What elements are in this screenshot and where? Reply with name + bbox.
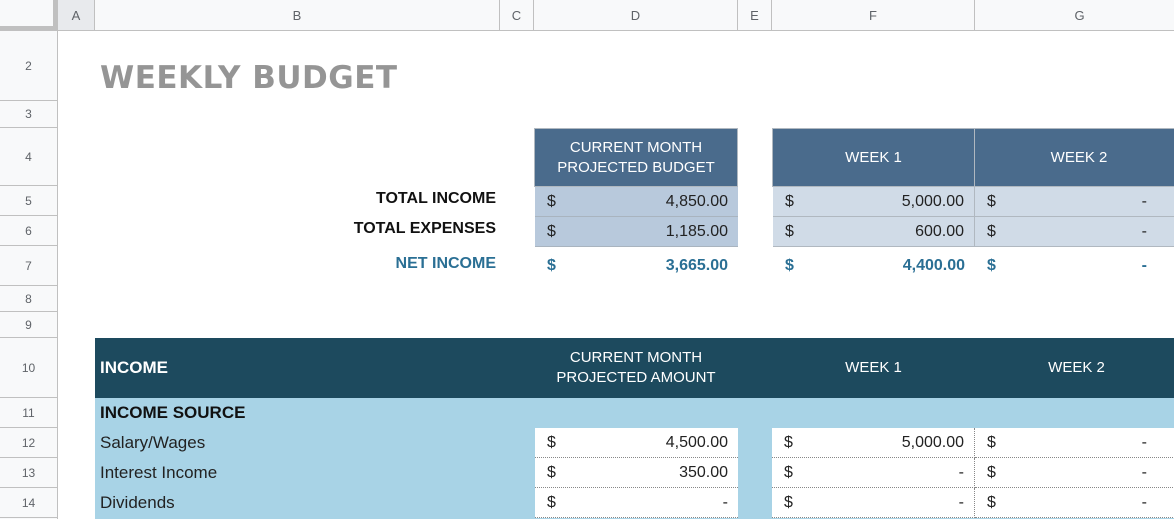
income-item-week2-value: - <box>1141 493 1147 511</box>
total-expenses-week2-cell[interactable]: $ - <box>975 217 1174 247</box>
summary-header-week2[interactable]: WEEK 2 <box>974 128 1174 187</box>
row-header-11[interactable]: 11 <box>0 398 57 428</box>
column-header-g[interactable]: G <box>975 0 1174 30</box>
currency-symbol: $ <box>987 192 996 210</box>
net-income-week1-value: 4,400.00 <box>902 257 965 274</box>
row-header-7[interactable]: 7 <box>0 246 57 286</box>
currency-symbol: $ <box>784 433 793 451</box>
currency-symbol: $ <box>785 192 794 210</box>
page-title[interactable]: WEEKLY BUDGET <box>100 60 398 96</box>
column-headers: A B C D E F G <box>58 0 1174 31</box>
income-header-current-month[interactable]: CURRENT MONTH PROJECTED AMOUNT <box>534 338 738 398</box>
income-item-week2-cell[interactable]: $ - <box>975 488 1174 518</box>
currency-symbol: $ <box>784 493 793 511</box>
currency-symbol: $ <box>987 463 996 481</box>
net-income-week2-value: - <box>1141 257 1147 274</box>
row-header-2[interactable]: 2 <box>0 31 57 101</box>
row-header-14[interactable]: 14 <box>0 488 57 518</box>
income-item-week1-value: - <box>958 493 964 511</box>
column-header-e[interactable]: E <box>738 0 772 30</box>
currency-symbol: $ <box>987 222 996 240</box>
total-expenses-week1-cell[interactable]: $ 600.00 <box>773 217 975 247</box>
net-income-label: NET INCOME <box>395 255 496 272</box>
income-header-week2[interactable]: WEEK 2 <box>975 338 1174 398</box>
total-income-week1-cell[interactable]: $ 5,000.00 <box>773 187 975 217</box>
income-item-label[interactable]: Salary/Wages <box>100 428 205 458</box>
currency-symbol: $ <box>987 257 996 274</box>
income-item-week1-value: - <box>958 463 964 481</box>
net-income-current-month-value: 3,665.00 <box>665 257 728 274</box>
column-header-f[interactable]: F <box>772 0 975 30</box>
row-header-8[interactable]: 8 <box>0 286 57 312</box>
column-header-a[interactable]: A <box>58 0 95 30</box>
summary-header-current-month[interactable]: CURRENT MONTH PROJECTED BUDGET <box>534 128 738 187</box>
income-item-week2-value: - <box>1141 433 1147 451</box>
currency-symbol: $ <box>547 222 556 240</box>
column-header-b[interactable]: B <box>95 0 500 30</box>
currency-symbol: $ <box>987 433 996 451</box>
income-item-week1-cell[interactable]: $ 5,000.00 <box>772 428 975 458</box>
net-income-current-month-cell[interactable]: $ 3,665.00 <box>535 252 738 280</box>
row-header-3[interactable]: 3 <box>0 101 57 128</box>
income-item-current-month-value: 350.00 <box>679 463 728 481</box>
income-header-week1[interactable]: WEEK 1 <box>772 338 975 398</box>
currency-symbol: $ <box>547 257 556 274</box>
row-header-10[interactable]: 10 <box>0 338 57 398</box>
income-item-week1-value: 5,000.00 <box>901 433 964 451</box>
total-income-current-month-value: 4,850.00 <box>665 192 728 210</box>
summary-header-week1[interactable]: WEEK 1 <box>772 128 975 187</box>
income-item-current-month-value: 4,500.00 <box>665 433 728 451</box>
row-header-12[interactable]: 12 <box>0 428 57 458</box>
currency-symbol: $ <box>547 433 556 451</box>
income-item-current-month-cell[interactable]: $ 4,500.00 <box>535 428 738 458</box>
income-item-current-month-cell[interactable]: $ 350.00 <box>535 458 738 488</box>
row-header-5[interactable]: 5 <box>0 186 57 216</box>
currency-symbol: $ <box>784 463 793 481</box>
total-expenses-label: TOTAL EXPENSES <box>353 220 496 237</box>
currency-symbol: $ <box>785 257 794 274</box>
row-header-6[interactable]: 6 <box>0 216 57 246</box>
select-all-corner[interactable] <box>0 0 58 31</box>
income-item-label[interactable]: Interest Income <box>100 458 217 488</box>
total-expenses-current-month-value: 1,185.00 <box>665 222 728 240</box>
currency-symbol: $ <box>547 493 556 511</box>
column-header-d[interactable]: D <box>534 0 738 30</box>
income-item-week1-cell[interactable]: $ - <box>772 458 975 488</box>
currency-symbol: $ <box>987 493 996 511</box>
currency-symbol: $ <box>547 463 556 481</box>
total-income-week2-cell[interactable]: $ - <box>975 187 1174 217</box>
row-header-9[interactable]: 9 <box>0 312 57 338</box>
column-header-c[interactable]: C <box>500 0 534 30</box>
total-income-current-month-cell[interactable]: $ 4,850.00 <box>535 187 738 217</box>
income-item-current-month-value: - <box>722 493 728 511</box>
income-item-current-month-cell[interactable]: $ - <box>535 488 738 518</box>
row-headers: 2 3 4 5 6 7 8 9 10 11 12 13 14 <box>0 31 58 519</box>
row-header-4[interactable]: 4 <box>0 128 57 186</box>
total-income-label: TOTAL INCOME <box>376 190 496 207</box>
total-expenses-current-month-cell[interactable]: $ 1,185.00 <box>535 217 738 247</box>
total-expenses-week1-value: 600.00 <box>915 222 964 240</box>
row-header-13[interactable]: 13 <box>0 458 57 488</box>
net-income-week1-cell[interactable]: $ 4,400.00 <box>773 252 975 280</box>
income-item-week2-cell[interactable]: $ - <box>975 458 1174 488</box>
total-expenses-week2-value: - <box>1141 222 1147 240</box>
total-income-week1-value: 5,000.00 <box>901 192 964 210</box>
income-item-week2-value: - <box>1141 463 1147 481</box>
net-income-week2-cell[interactable]: $ - <box>975 252 1174 280</box>
income-section-title[interactable]: INCOME <box>100 338 168 398</box>
income-source-label[interactable]: INCOME SOURCE <box>100 398 245 428</box>
income-item-week2-cell[interactable]: $ - <box>975 428 1174 458</box>
income-item-label[interactable]: Dividends <box>100 488 175 518</box>
currency-symbol: $ <box>547 192 556 210</box>
income-item-week1-cell[interactable]: $ - <box>772 488 975 518</box>
total-income-week2-value: - <box>1141 192 1147 210</box>
currency-symbol: $ <box>785 222 794 240</box>
